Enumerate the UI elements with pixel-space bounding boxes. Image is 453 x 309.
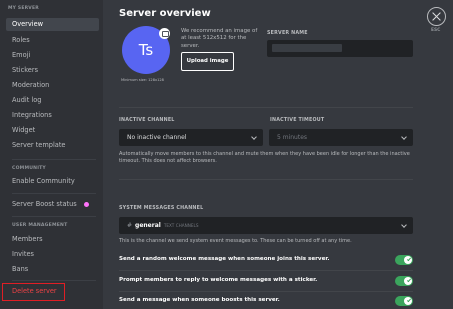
system-help-text: This is the channel we send system event… [119, 238, 352, 244]
esc-hint: ESC [431, 28, 441, 33]
image-recommendation: We recommend an image of at least 512x51… [181, 28, 258, 49]
option-boost-message-label: Send a message when someone boosts this … [119, 297, 280, 303]
sidebar-item-server-template[interactable]: Server template [6, 139, 99, 152]
close-settings-button[interactable] [427, 7, 446, 26]
checkmark-icon [406, 277, 412, 283]
inactive-timeout-label: INACTIVE TIMEOUT [270, 118, 325, 123]
sidebar-section-community: COMMUNITY [12, 166, 46, 171]
option-divider [119, 291, 413, 292]
sidebar-item-moderation[interactable]: Moderation [6, 79, 99, 92]
chevron-down-icon [251, 134, 257, 140]
welcome-message-toggle[interactable] [395, 255, 413, 265]
inactive-timeout-select[interactable]: 5 minutes [269, 129, 413, 146]
sidebar-divider [12, 280, 96, 281]
checkmark-icon [406, 297, 412, 303]
sidebar-item-bans[interactable]: Bans [6, 263, 99, 276]
upload-image-button[interactable]: Upload image [181, 52, 234, 71]
sidebar-item-integrations[interactable]: Integrations [6, 109, 99, 122]
sidebar-item-members[interactable]: Members [6, 233, 99, 246]
option-divider [119, 270, 413, 271]
server-name-label: SERVER NAME [267, 31, 308, 36]
checkmark-icon [406, 256, 412, 262]
page-title: Server overview [119, 8, 211, 19]
avatar-min-size: Minimum size: 128x128 [121, 78, 164, 82]
system-channel-name: general [135, 222, 161, 229]
inactive-channel-label: INACTIVE CHANNEL [119, 118, 175, 123]
inactive-timeout-value: 5 minutes [277, 134, 308, 141]
system-channel-select[interactable]: # general TEXT CHANNELS [119, 217, 413, 234]
system-channel-category: TEXT CHANNELS [163, 223, 199, 228]
upload-image-icon[interactable] [159, 28, 170, 39]
option-sticker-prompt-label: Prompt members to reply to welcome messa… [119, 277, 318, 283]
sidebar-divider [12, 159, 96, 160]
sidebar-item-stickers[interactable]: Stickers [6, 64, 99, 77]
sidebar-item-widget[interactable]: Widget [6, 124, 99, 137]
chevron-down-icon [401, 222, 407, 228]
sidebar-divider [12, 193, 96, 194]
option-welcome-message-label: Send a random welcome message when someo… [119, 256, 330, 262]
sidebar-item-label: Server Boost status [12, 200, 77, 208]
boost-gem-icon [84, 202, 89, 207]
inactive-channel-value: No inactive channel [127, 134, 187, 141]
settings-sidebar: My Server Overview Roles Emoji Stickers … [0, 0, 103, 309]
server-name-input[interactable] [267, 40, 413, 57]
section-divider [119, 107, 413, 108]
system-messages-label: SYSTEM MESSAGES CHANNEL [119, 206, 204, 211]
sidebar-item-enable-community[interactable]: Enable Community [6, 175, 99, 188]
server-overview-panel: Server overview Ts Minimum size: 128x128… [103, 0, 453, 309]
sidebar-divider [12, 216, 96, 217]
section-divider [119, 179, 413, 180]
sidebar-item-audit-log[interactable]: Audit log [6, 94, 99, 107]
sidebar-server-header: My Server [8, 6, 39, 11]
sidebar-section-user-management: USER MANAGEMENT [12, 223, 68, 228]
boost-message-toggle[interactable] [395, 296, 413, 306]
inactive-help-text: Automatically move members to this chann… [119, 151, 410, 165]
sidebar-item-invites[interactable]: Invites [6, 248, 99, 261]
sidebar-item-boost-status[interactable]: Server Boost status [6, 198, 99, 211]
chevron-down-icon [401, 134, 407, 140]
sidebar-item-overview[interactable]: Overview [6, 18, 99, 31]
text-channel-icon: # [127, 222, 133, 229]
server-name-redacted [272, 44, 342, 52]
sidebar-item-emoji[interactable]: Emoji [6, 49, 99, 62]
sidebar-item-delete-server[interactable]: Delete server [6, 285, 99, 298]
sticker-prompt-toggle[interactable] [395, 276, 413, 286]
sidebar-item-roles[interactable]: Roles [6, 34, 99, 47]
inactive-channel-select[interactable]: No inactive channel [119, 129, 263, 146]
